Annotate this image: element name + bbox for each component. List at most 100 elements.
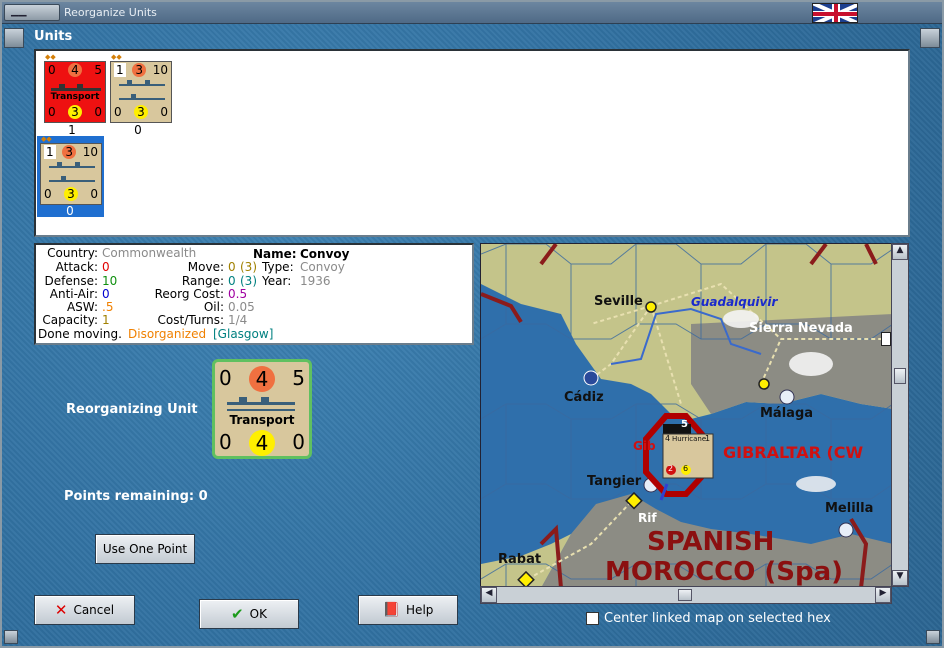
scroll-left-icon[interactable]: ◀	[481, 587, 497, 603]
uk-flag-icon	[812, 3, 858, 23]
move-value: 0	[228, 260, 236, 274]
reorganizing-unit-label: Reorganizing Unit	[66, 402, 198, 417]
convoy-ships-icon	[119, 80, 165, 100]
map-label-guadalquivir: Guadalquivir	[691, 295, 778, 309]
reorg-type-label: Transport	[229, 413, 295, 427]
title-bar: ▁▁ Reorganize Units	[2, 2, 942, 24]
unit-type-label: Transport	[50, 92, 100, 102]
unit-asw: 0	[90, 187, 98, 201]
stack-unit-name: Hurricane	[672, 435, 707, 443]
system-menu-button[interactable]: ▁▁	[4, 4, 60, 21]
resize-grip-left	[4, 630, 18, 644]
map-label-melilla: Melilla	[825, 501, 874, 516]
stack-count: 5	[681, 419, 688, 430]
unit-attack: 1	[114, 63, 126, 77]
unit-count: 0	[134, 123, 142, 137]
horizontal-scroll-thumb[interactable]	[678, 589, 692, 601]
window-title: Reorganize Units	[64, 6, 157, 19]
unit-asw: 0	[160, 105, 168, 119]
defense-label: Defense:	[44, 274, 98, 288]
oil-label: Oil:	[203, 300, 224, 314]
attack-value: 0	[102, 260, 110, 274]
map-horizontal-scrollbar[interactable]: ◀ ▶	[480, 586, 892, 604]
left-frame-cap	[4, 28, 24, 48]
units-label: Units	[34, 29, 73, 44]
unit-defense: 10	[152, 63, 168, 77]
right-frame-cap	[920, 28, 940, 48]
cancel-x-icon: ✕	[54, 601, 68, 619]
attack-label: Attack:	[55, 260, 98, 274]
unit-center-value: 3	[64, 187, 78, 201]
unit-aa: 0	[114, 105, 122, 119]
map-label-cadiz: Cádiz	[564, 390, 604, 405]
name-value: Convoy	[300, 247, 350, 261]
defense-value: 10	[102, 274, 118, 288]
resize-grip-icon[interactable]	[926, 630, 940, 644]
reorg-move: 4	[249, 366, 275, 392]
help-label: Help	[406, 603, 434, 617]
range-max: (3)	[240, 274, 257, 288]
unit-attack: 1	[44, 145, 56, 159]
map-label-gibraltar: GIBRALTAR (CW	[723, 443, 864, 462]
cost-turns-value: 1/4	[228, 313, 248, 327]
asw-label: ASW:	[66, 300, 98, 314]
map-label-gib: Gib	[633, 439, 656, 453]
vertical-scroll-thumb[interactable]	[894, 368, 906, 384]
map-vertical-scrollbar[interactable]: ▲ ▼	[891, 243, 909, 587]
reorganize-units-window: ▁▁ Reorganize Units Units ◆◆ 0 4 5 Trans…	[0, 0, 944, 648]
map-label-rif: Rif	[638, 511, 657, 525]
year-value: 1936	[300, 274, 331, 288]
map-label-malaga: Málaga	[760, 406, 814, 421]
unit-info-panel: Country: Commonwealth Attack: 0 Defense:…	[34, 243, 474, 345]
unit-marker-icon: ◆◆	[41, 135, 52, 143]
scroll-down-icon[interactable]: ▼	[892, 570, 908, 586]
type-label: Type:	[262, 260, 294, 274]
points-remaining-value: 0	[198, 489, 208, 504]
country-value: Commonwealth	[102, 246, 197, 260]
stack-unit-attack: 4	[665, 434, 671, 443]
convoy-ships-icon	[49, 162, 95, 182]
oil-value: 0.05	[228, 300, 255, 314]
unit-card-transport[interactable]: ◆◆ 0 4 5 Transport 0 3 0	[44, 53, 106, 123]
offmap-arrow-icon[interactable]	[881, 332, 891, 346]
move-max: (3)	[240, 260, 257, 274]
reorg-asw: 0	[292, 430, 305, 454]
ok-button[interactable]: ✔ OK	[199, 599, 299, 629]
unit-marker-icon: ◆◆	[111, 53, 122, 61]
center-linked-map-label: Center linked map on selected hex	[604, 611, 831, 626]
unit-center-value: 3	[134, 105, 148, 119]
reorg-attack: 0	[219, 366, 232, 390]
capacity-label: Capacity:	[42, 313, 98, 327]
capacity-value: 1	[102, 313, 110, 327]
scroll-right-icon[interactable]: ▶	[875, 587, 891, 603]
points-remaining: Points remaining: 0	[64, 489, 208, 504]
use-one-point-button[interactable]: Use One Point	[95, 534, 195, 564]
range-label: Range:	[181, 274, 224, 288]
reorg-cost-label: Reorg Cost:	[154, 287, 224, 301]
map-label-sierra-nevada: Sierra Nevada	[749, 321, 853, 336]
unit-asw: 0	[94, 105, 102, 119]
unit-defense: 10	[82, 145, 98, 159]
transport-ship-icon	[227, 397, 295, 411]
ok-label: OK	[249, 607, 267, 621]
range-value: 0	[228, 274, 236, 288]
done-moving-text: Done moving.	[38, 327, 122, 341]
location-text: [Glasgow]	[213, 327, 274, 341]
aa-value: 0	[102, 287, 110, 301]
help-button[interactable]: 📕 Help	[358, 595, 458, 625]
center-linked-map-checkbox[interactable]	[586, 612, 599, 625]
cost-turns-label: Cost/Turns:	[157, 313, 224, 327]
stack-unit-bottom-left: 2	[668, 464, 674, 473]
unit-card-convoy[interactable]: ◆◆ 1 3 10 0 3 0	[110, 53, 172, 123]
map-label-morocco: MOROCCO (Spa)	[605, 557, 844, 587]
help-book-icon: 📕	[382, 602, 401, 618]
type-value: Convoy	[300, 260, 345, 274]
name-label: Name:	[253, 247, 297, 261]
unit-marker-icon: ◆◆	[45, 53, 56, 61]
stack-unit-bottom-right: 6	[683, 464, 689, 473]
linked-map[interactable]: Seville Guadalquivir Sierra Nevada Cádiz…	[480, 243, 892, 587]
unit-card-convoy-selected[interactable]: ◆◆ 1 3 10 0 3 0	[40, 135, 102, 205]
scroll-up-icon[interactable]: ▲	[892, 244, 908, 260]
move-label: Move:	[187, 260, 224, 274]
cancel-button[interactable]: ✕ Cancel	[34, 595, 135, 625]
